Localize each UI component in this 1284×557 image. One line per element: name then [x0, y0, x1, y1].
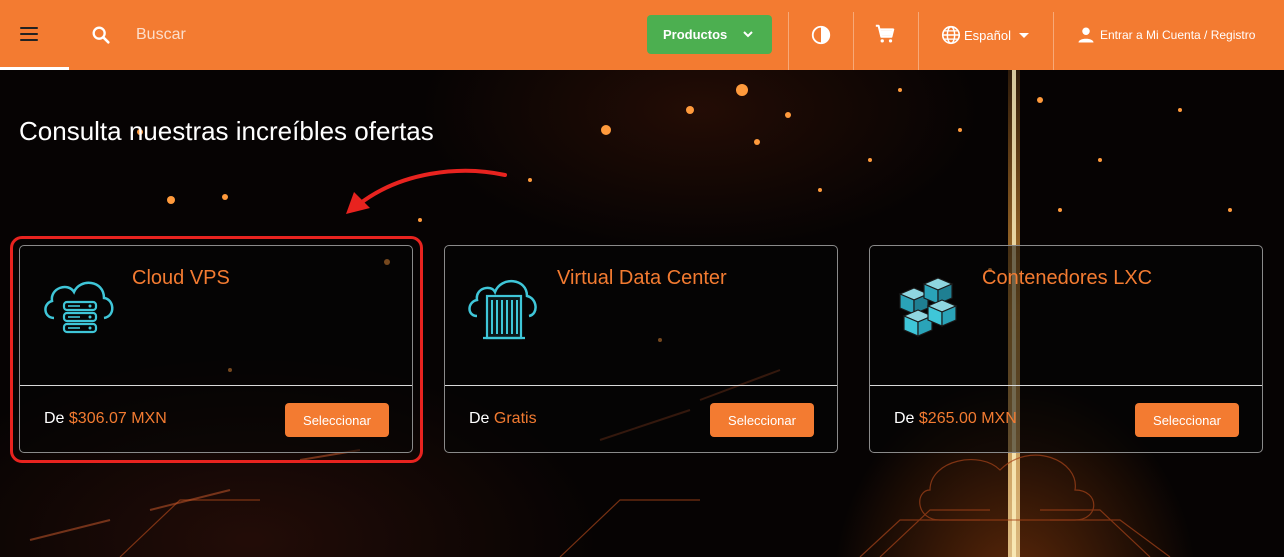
header-divider [1053, 12, 1054, 70]
caret-down-icon [1018, 33, 1029, 38]
globe-icon [941, 25, 961, 45]
card-divider [445, 385, 837, 386]
active-nav-indicator [0, 67, 69, 70]
annotation-highlight-box [10, 236, 423, 463]
products-button-label: Productos [663, 27, 728, 42]
price-amount: Gratis [493, 410, 537, 427]
header-divider [788, 12, 789, 70]
card-title: Virtual Data Center [557, 267, 727, 289]
user-icon [1078, 27, 1094, 43]
annotation-arrow [346, 168, 507, 214]
card-title: Contenedores LXC [982, 267, 1153, 289]
shopping-cart-icon[interactable] [874, 23, 896, 45]
products-dropdown-button[interactable]: Productos [647, 15, 772, 54]
top-navbar: Productos Español Entr [0, 0, 1284, 70]
price-prefix: De [894, 410, 915, 427]
card-price: De Gratis [469, 410, 537, 428]
theme-toggle-icon[interactable] [810, 24, 832, 46]
language-selector[interactable]: Español [940, 22, 1031, 48]
header-divider [853, 12, 854, 70]
select-virtual-data-center-button[interactable]: Seleccionar [710, 403, 814, 437]
price-amount: $265.00 MXN [918, 410, 1017, 427]
header-divider [918, 12, 919, 70]
card-price: De $265.00 MXN [894, 410, 1017, 428]
offer-card-virtual-data-center: Virtual Data Center De Gratis Selecciona… [444, 245, 838, 453]
chevron-down-icon [743, 31, 753, 38]
hamburger-menu-icon[interactable] [20, 27, 38, 41]
cloud-datacenter-icon [468, 280, 537, 340]
price-prefix: De [469, 410, 490, 427]
page-title: Consulta nuestras increíbles ofertas [19, 116, 434, 146]
containers-icon [898, 277, 958, 337]
account-label: Entrar a Mi Cuenta / Registro [1100, 28, 1256, 42]
offer-card-contenedores-lxc: Contenedores LXC De $265.00 MXN Seleccio… [869, 245, 1263, 453]
select-contenedores-lxc-button[interactable]: Seleccionar [1135, 403, 1239, 437]
account-login-link[interactable]: Entrar a Mi Cuenta / Registro [1076, 22, 1255, 48]
search-input[interactable] [134, 20, 538, 50]
search-icon[interactable] [90, 24, 112, 46]
language-label: Español [964, 27, 1011, 43]
card-divider [870, 385, 1262, 386]
